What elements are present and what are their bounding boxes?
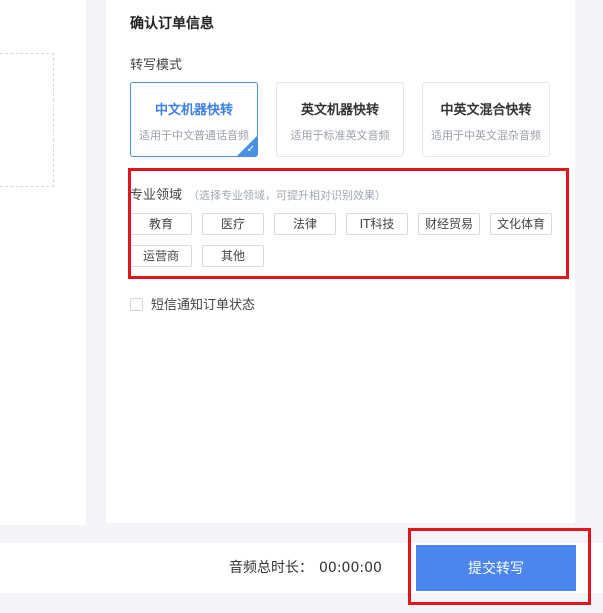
upload-panel — [0, 0, 86, 525]
mode-card-chinese[interactable]: 中文机器快转 适用于中文普通话音频 ✓ — [130, 82, 258, 157]
highlight-box-submit — [408, 528, 591, 605]
mode-label: 转写模式 — [130, 58, 183, 73]
sms-checkbox[interactable] — [130, 298, 143, 311]
mode-desc: 适用于标准英文音频 — [290, 129, 390, 142]
duration-value: 00:00:00 — [319, 560, 382, 576]
mode-card-mixed[interactable]: 中英文混合快转 适用于中英文混杂音频 — [422, 82, 550, 157]
mode-name: 英文机器快转 — [300, 103, 379, 118]
order-title: 确认订单信息 — [130, 16, 214, 32]
mode-desc: 适用于中英文混杂音频 — [431, 129, 541, 142]
mode-card-english[interactable]: 英文机器快转 适用于标准英文音频 — [276, 82, 404, 157]
duration-label: 音频总时长： — [229, 560, 313, 576]
mode-name: 中文机器快转 — [154, 103, 233, 118]
check-icon: ✓ — [246, 144, 255, 155]
upload-drop-area[interactable] — [0, 53, 54, 187]
sms-label: 短信通知订单状态 — [151, 298, 256, 313]
highlight-box-domain — [128, 168, 569, 279]
mode-name: 中英文混合快转 — [440, 103, 532, 118]
sms-notify-row[interactable]: 短信通知订单状态 — [130, 294, 255, 313]
duration-display: 音频总时长： 00:00:00 — [229, 557, 382, 577]
